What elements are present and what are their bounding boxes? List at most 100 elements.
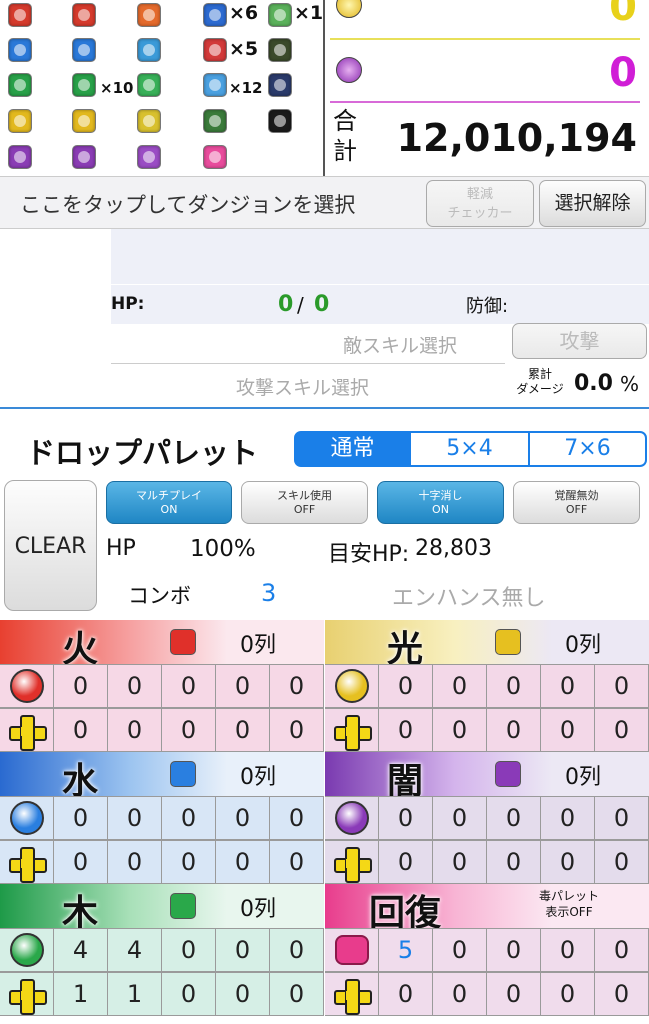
water-orb-icon[interactable]	[0, 797, 54, 840]
light-plus-cell-4[interactable]: 0	[541, 709, 595, 752]
wood-row-cell-5[interactable]: 0	[270, 929, 324, 972]
light-plus-icon[interactable]	[325, 709, 379, 752]
dark-row-cell-4[interactable]: 0	[541, 797, 595, 840]
dark-plus-cell-5[interactable]: 0	[595, 841, 649, 884]
fire-plus-cell-2[interactable]: 0	[108, 709, 162, 752]
wood-row-cell-1[interactable]: 4	[54, 929, 108, 972]
awakening-grid[interactable]: ×10 ×6 ×5 ×12 ×1	[0, 0, 325, 176]
heal-plus-cell-4[interactable]: 0	[541, 973, 595, 1016]
water-plus-cell-4[interactable]: 0	[216, 841, 270, 884]
wood-plus-cell-3[interactable]: 0	[162, 973, 216, 1016]
fire-plus-cell-1[interactable]: 0	[54, 709, 108, 752]
light-orb-icon[interactable]	[325, 665, 379, 708]
dark-row-cell-5[interactable]: 0	[595, 797, 649, 840]
heal-row-cell-3[interactable]: 0	[487, 929, 541, 972]
heal-plus-cell-3[interactable]: 0	[487, 973, 541, 1016]
water-plus-icon[interactable]	[0, 841, 54, 884]
water-row-cell-5[interactable]: 0	[270, 797, 324, 840]
combo-value[interactable]: 3	[261, 579, 276, 607]
light-plus-cell-1[interactable]: 0	[379, 709, 433, 752]
wood-row-cell-3[interactable]: 0	[162, 929, 216, 972]
heal-row-cell-1[interactable]: 5	[379, 929, 433, 972]
water-row-cell-4[interactable]: 0	[216, 797, 270, 840]
water-row-cell-1[interactable]: 0	[54, 797, 108, 840]
damage-reduction-checker-button[interactable]: 軽減 チェッカー	[426, 180, 534, 227]
heal-plus-cell-2[interactable]: 0	[433, 973, 487, 1016]
light-row-cell-3[interactable]: 0	[487, 665, 541, 708]
tab-normal[interactable]: 通常	[294, 431, 411, 467]
dark-plus-cell-2[interactable]: 0	[433, 841, 487, 884]
wood-row-cell-2[interactable]: 4	[108, 929, 162, 972]
heal-plus-cell-1[interactable]: 0	[379, 973, 433, 1016]
water-plus-cell-5[interactable]: 0	[270, 841, 324, 884]
light-row-cell-5[interactable]: 0	[595, 665, 649, 708]
guard-break-multiplier: ×1	[294, 2, 324, 24]
heal-row-cell-4[interactable]: 0	[541, 929, 595, 972]
fire-row-cell-2[interactable]: 0	[108, 665, 162, 708]
dark-row-cell-2[interactable]: 0	[433, 797, 487, 840]
attack-skill-select[interactable]: 攻撃スキル選択	[111, 365, 505, 405]
wood-plus-cell-1[interactable]: 1	[54, 973, 108, 1016]
cross-clear-toggle[interactable]: 十字消し ON	[377, 481, 504, 524]
wood-plus-cell-5[interactable]: 0	[270, 973, 324, 1016]
light-plus-cell-5[interactable]: 0	[595, 709, 649, 752]
heal-plus-icon[interactable]	[325, 973, 379, 1016]
dark-plus-icon[interactable]	[325, 841, 379, 884]
light-row-cell-4[interactable]: 0	[541, 665, 595, 708]
wood-row-cell-4[interactable]: 0	[216, 929, 270, 972]
fire-plus-cell-3[interactable]: 0	[162, 709, 216, 752]
awakening-disable-toggle[interactable]: 覚醒無効 OFF	[513, 481, 640, 524]
wood-plus-cell-4[interactable]: 0	[216, 973, 270, 1016]
enemy-image-area[interactable]	[111, 229, 649, 284]
fire-row-cell-3[interactable]: 0	[162, 665, 216, 708]
dark-plus-cell-1[interactable]: 0	[379, 841, 433, 884]
dark-row-cell-3[interactable]: 0	[487, 797, 541, 840]
water-plus-cell-3[interactable]: 0	[162, 841, 216, 884]
wood-plus-icon[interactable]	[0, 973, 54, 1016]
fire-row-cell-4[interactable]: 0	[216, 665, 270, 708]
wood-orb-icon[interactable]	[0, 929, 54, 972]
tab-5x4[interactable]: 5×4	[409, 431, 530, 467]
skill-use-toggle[interactable]: スキル使用 OFF	[241, 481, 368, 524]
fire-plus-cell-5[interactable]: 0	[270, 709, 324, 752]
fire-row-cell-1[interactable]: 0	[54, 665, 108, 708]
light-plus-cell-3[interactable]: 0	[487, 709, 541, 752]
dungeon-select-bar[interactable]: ここをタップしてダンジョンを選択 軽減 チェッカー 選択解除	[0, 176, 649, 229]
heal-row-cell-5[interactable]: 0	[595, 929, 649, 972]
wood-plus-cell-2[interactable]: 1	[108, 973, 162, 1016]
heal-block: 回復 毒パレット 表示OFF 5 0 0 0 0 0 0 0 0 0	[325, 884, 649, 1016]
enhance-text[interactable]: エンハンス無し	[392, 580, 546, 612]
heal-row-cell-2[interactable]: 0	[433, 929, 487, 972]
tab-7x6[interactable]: 7×6	[528, 431, 647, 467]
enemy-skill-select[interactable]: 敵スキル選択	[111, 324, 505, 364]
fire-plus-cell-4[interactable]: 0	[216, 709, 270, 752]
fire-orb-icon[interactable]	[0, 665, 54, 708]
multiplay-state: ON	[160, 503, 178, 516]
heal-plus-cell-5[interactable]: 0	[595, 973, 649, 1016]
dark-row-cell-1[interactable]: 0	[379, 797, 433, 840]
attack-button[interactable]: 攻撃	[512, 323, 647, 359]
water-header: 水 0列	[0, 752, 324, 802]
dungeon-select-text[interactable]: ここをタップしてダンジョンを選択	[20, 189, 355, 219]
team-hp-value[interactable]: 100%	[190, 536, 256, 562]
water-row-cell-3[interactable]: 0	[162, 797, 216, 840]
dark-orb-icon[interactable]	[325, 797, 379, 840]
fire-plus-icon[interactable]	[0, 709, 54, 752]
water-plus-cell-2[interactable]: 0	[108, 841, 162, 884]
fire-row-cell-5[interactable]: 0	[270, 665, 324, 708]
dark-plus-cell-4[interactable]: 0	[541, 841, 595, 884]
heal-orb-icon[interactable]	[325, 929, 379, 972]
multiplay-toggle[interactable]: マルチプレイ ON	[106, 481, 232, 524]
dark-plus-cell-3[interactable]: 0	[487, 841, 541, 884]
light-row-cell-2[interactable]: 0	[433, 665, 487, 708]
palette-grid: 火 0列 0 0 0 0 0 0 0 0 0 0 光 0列 0 0 0 0 0 0 0 0 0 0 水 0列 0 0 0 0 0 0 0 0 0 0 闇…	[0, 620, 649, 1024]
water-row-awakening-icon	[170, 761, 196, 787]
light-plus-cell-2[interactable]: 0	[433, 709, 487, 752]
clear-button[interactable]: CLEAR	[4, 480, 97, 611]
water-row-cell-2[interactable]: 0	[108, 797, 162, 840]
light-row-cell-1[interactable]: 0	[379, 665, 433, 708]
deselect-button[interactable]: 選択解除	[539, 180, 646, 227]
water-plus-cell-1[interactable]: 0	[54, 841, 108, 884]
cross-clear-label: 十字消し	[418, 489, 463, 502]
poison-palette-toggle[interactable]: 毒パレット 表示OFF	[521, 888, 617, 920]
